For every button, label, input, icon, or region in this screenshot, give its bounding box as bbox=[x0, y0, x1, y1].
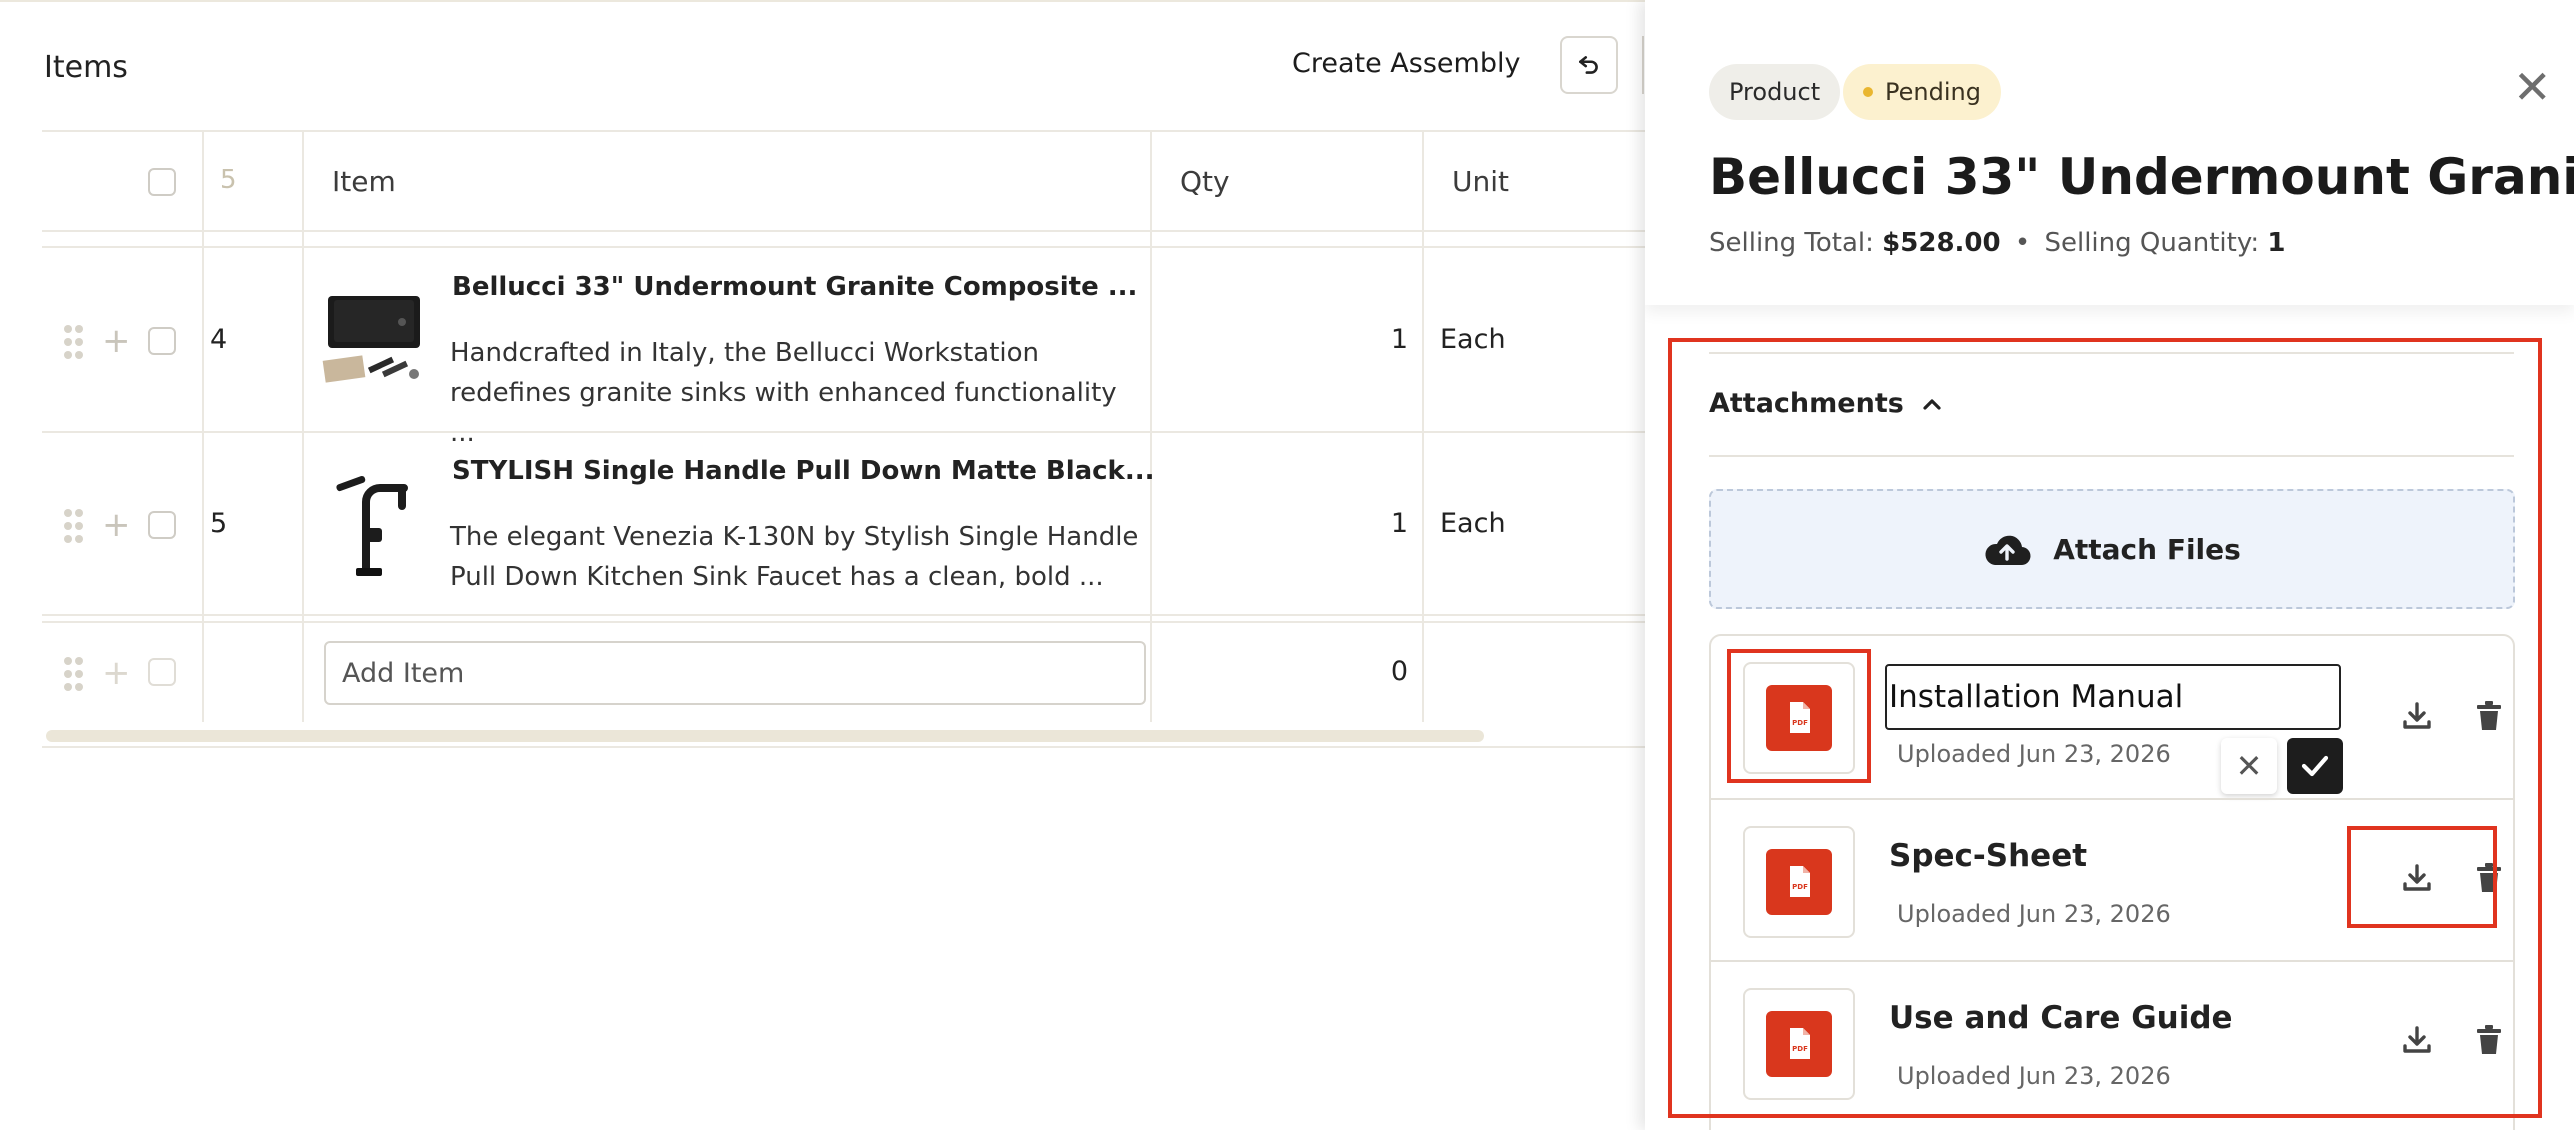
checkmark-icon bbox=[2301, 755, 2329, 777]
undo-button[interactable] bbox=[1560, 36, 1618, 94]
chevron-up-icon bbox=[1923, 398, 1941, 410]
selling-quantity-label: Selling Quantity: bbox=[2044, 228, 2260, 258]
trash-icon[interactable] bbox=[2467, 694, 2511, 738]
item-title[interactable]: Bellucci 33" Undermount Granite Composit… bbox=[452, 272, 1137, 302]
selling-quantity-value: 1 bbox=[2267, 228, 2286, 258]
items-title: Items bbox=[44, 50, 128, 85]
attachment-name[interactable]: Spec-Sheet bbox=[1889, 838, 2087, 874]
item-count: 5 bbox=[220, 165, 237, 195]
row-checkbox[interactable] bbox=[148, 658, 176, 686]
row-checkbox[interactable] bbox=[148, 327, 176, 355]
section-divider bbox=[1709, 352, 2514, 354]
status-label: Pending bbox=[1885, 78, 1981, 106]
cancel-rename-button[interactable]: ✕ bbox=[2221, 738, 2277, 794]
add-subitem-icon: + bbox=[102, 653, 131, 693]
column-header-item[interactable]: Item bbox=[332, 165, 396, 198]
column-header-qty[interactable]: Qty bbox=[1180, 165, 1230, 198]
column-divider bbox=[1150, 130, 1152, 722]
confirm-rename-button[interactable] bbox=[2287, 738, 2343, 794]
upload-date: Uploaded Jun 23, 2026 bbox=[1897, 900, 2171, 928]
row-number: 4 bbox=[210, 324, 228, 355]
row-divider bbox=[42, 246, 1645, 248]
table-top-border bbox=[42, 130, 1645, 132]
column-divider bbox=[202, 130, 204, 722]
attachment-item[interactable]: PDF Use and Care Guide Uploaded Jun 23, … bbox=[1711, 960, 2513, 1124]
type-chip: Product bbox=[1709, 64, 1841, 120]
add-subitem-icon[interactable]: + bbox=[102, 324, 131, 358]
header-bottom-border bbox=[42, 230, 1645, 232]
page-title: Bellucci 33" Undermount Granit... bbox=[1709, 148, 2574, 206]
trash-icon[interactable] bbox=[2467, 856, 2511, 900]
drag-handle-icon bbox=[64, 657, 84, 691]
pdf-file-icon[interactable]: PDF bbox=[1743, 826, 1855, 938]
add-item-qty[interactable]: 0 bbox=[1348, 656, 1408, 687]
add-item-input[interactable] bbox=[324, 641, 1146, 705]
status-dot-icon bbox=[1863, 87, 1873, 97]
svg-text:PDF: PDF bbox=[1792, 719, 1808, 727]
selling-total-value: $528.00 bbox=[1882, 228, 2001, 258]
item-qty[interactable]: 1 bbox=[1348, 324, 1408, 355]
download-icon[interactable] bbox=[2395, 1018, 2439, 1062]
item-description: Handcrafted in Italy, the Bellucci Works… bbox=[450, 338, 1117, 448]
attachment-item[interactable]: PDF Spec-Sheet Uploaded Jun 23, 2026 bbox=[1711, 798, 2513, 962]
column-header-unit[interactable]: Unit bbox=[1452, 165, 1509, 198]
create-assembly-button[interactable]: Create Assembly bbox=[1292, 48, 1520, 79]
row-checkbox[interactable] bbox=[148, 511, 176, 539]
summary-separator: • bbox=[2014, 228, 2031, 258]
column-divider bbox=[302, 130, 304, 722]
attach-files-label: Attach Files bbox=[2053, 532, 2241, 566]
download-icon[interactable] bbox=[2395, 856, 2439, 900]
type-chip-label: Product bbox=[1729, 78, 1821, 106]
attach-files-dropzone[interactable]: Attach Files bbox=[1709, 489, 2515, 609]
column-divider bbox=[1422, 130, 1424, 722]
row-divider bbox=[42, 614, 1645, 616]
upload-date: Uploaded Jun 23, 2026 bbox=[1897, 740, 2171, 768]
close-icon[interactable]: ✕ bbox=[2513, 64, 2552, 110]
attachment-name-input[interactable] bbox=[1885, 664, 2341, 730]
panel-header: Product Pending ✕ Bellucci 33" Undermoun… bbox=[1645, 0, 2574, 305]
undo-icon bbox=[1579, 56, 1598, 74]
selling-summary: Selling Total: $528.00 • Selling Quantit… bbox=[1709, 228, 2285, 258]
drag-handle-icon[interactable] bbox=[64, 509, 84, 543]
item-unit[interactable]: Each bbox=[1440, 324, 1506, 355]
upload-date: Uploaded Jun 23, 2026 bbox=[1897, 1062, 2171, 1090]
item-description: The elegant Venezia K-130N by Stylish Si… bbox=[450, 522, 1139, 592]
row-divider bbox=[42, 621, 1645, 623]
selling-total-label: Selling Total: bbox=[1709, 228, 1874, 258]
pdf-file-icon[interactable]: PDF bbox=[1743, 662, 1855, 774]
black-faucet-image bbox=[326, 472, 426, 582]
attachment-item[interactable]: PDF Uploaded Jun 23, 2026 ✕ bbox=[1711, 636, 2513, 798]
select-all-checkbox[interactable] bbox=[148, 168, 176, 196]
section-divider bbox=[1709, 455, 2514, 457]
item-unit[interactable]: Each bbox=[1440, 508, 1506, 539]
svg-text:PDF: PDF bbox=[1792, 883, 1808, 891]
add-subitem-icon[interactable]: + bbox=[102, 508, 131, 542]
black-granite-sink-image bbox=[322, 292, 426, 392]
product-detail-panel: Product Pending ✕ Bellucci 33" Undermoun… bbox=[1645, 0, 2574, 1130]
cloud-upload-icon bbox=[1985, 535, 2031, 566]
attachment-list: PDF Uploaded Jun 23, 2026 ✕ PDF Spec-She… bbox=[1709, 634, 2515, 1130]
download-icon[interactable] bbox=[2395, 694, 2439, 738]
drag-handle-icon[interactable] bbox=[64, 325, 84, 359]
attachments-heading: Attachments bbox=[1709, 388, 1904, 419]
item-qty[interactable]: 1 bbox=[1348, 508, 1408, 539]
trash-icon[interactable] bbox=[2467, 1018, 2511, 1062]
table-bottom-border bbox=[42, 746, 1645, 748]
status-badge: Pending bbox=[1843, 64, 2001, 120]
horizontal-scrollbar-thumb[interactable] bbox=[46, 730, 1484, 742]
row-number: 5 bbox=[210, 508, 228, 539]
attachments-toggle[interactable]: Attachments bbox=[1709, 388, 1942, 419]
pdf-file-icon[interactable]: PDF bbox=[1743, 988, 1855, 1100]
attachment-name[interactable]: Use and Care Guide bbox=[1889, 1000, 2233, 1036]
items-panel: Items Create Assembly 5 Item Qty Unit + … bbox=[0, 0, 1645, 1130]
svg-text:PDF: PDF bbox=[1792, 1045, 1808, 1053]
item-title[interactable]: STYLISH Single Handle Pull Down Matte Bl… bbox=[452, 456, 1154, 486]
